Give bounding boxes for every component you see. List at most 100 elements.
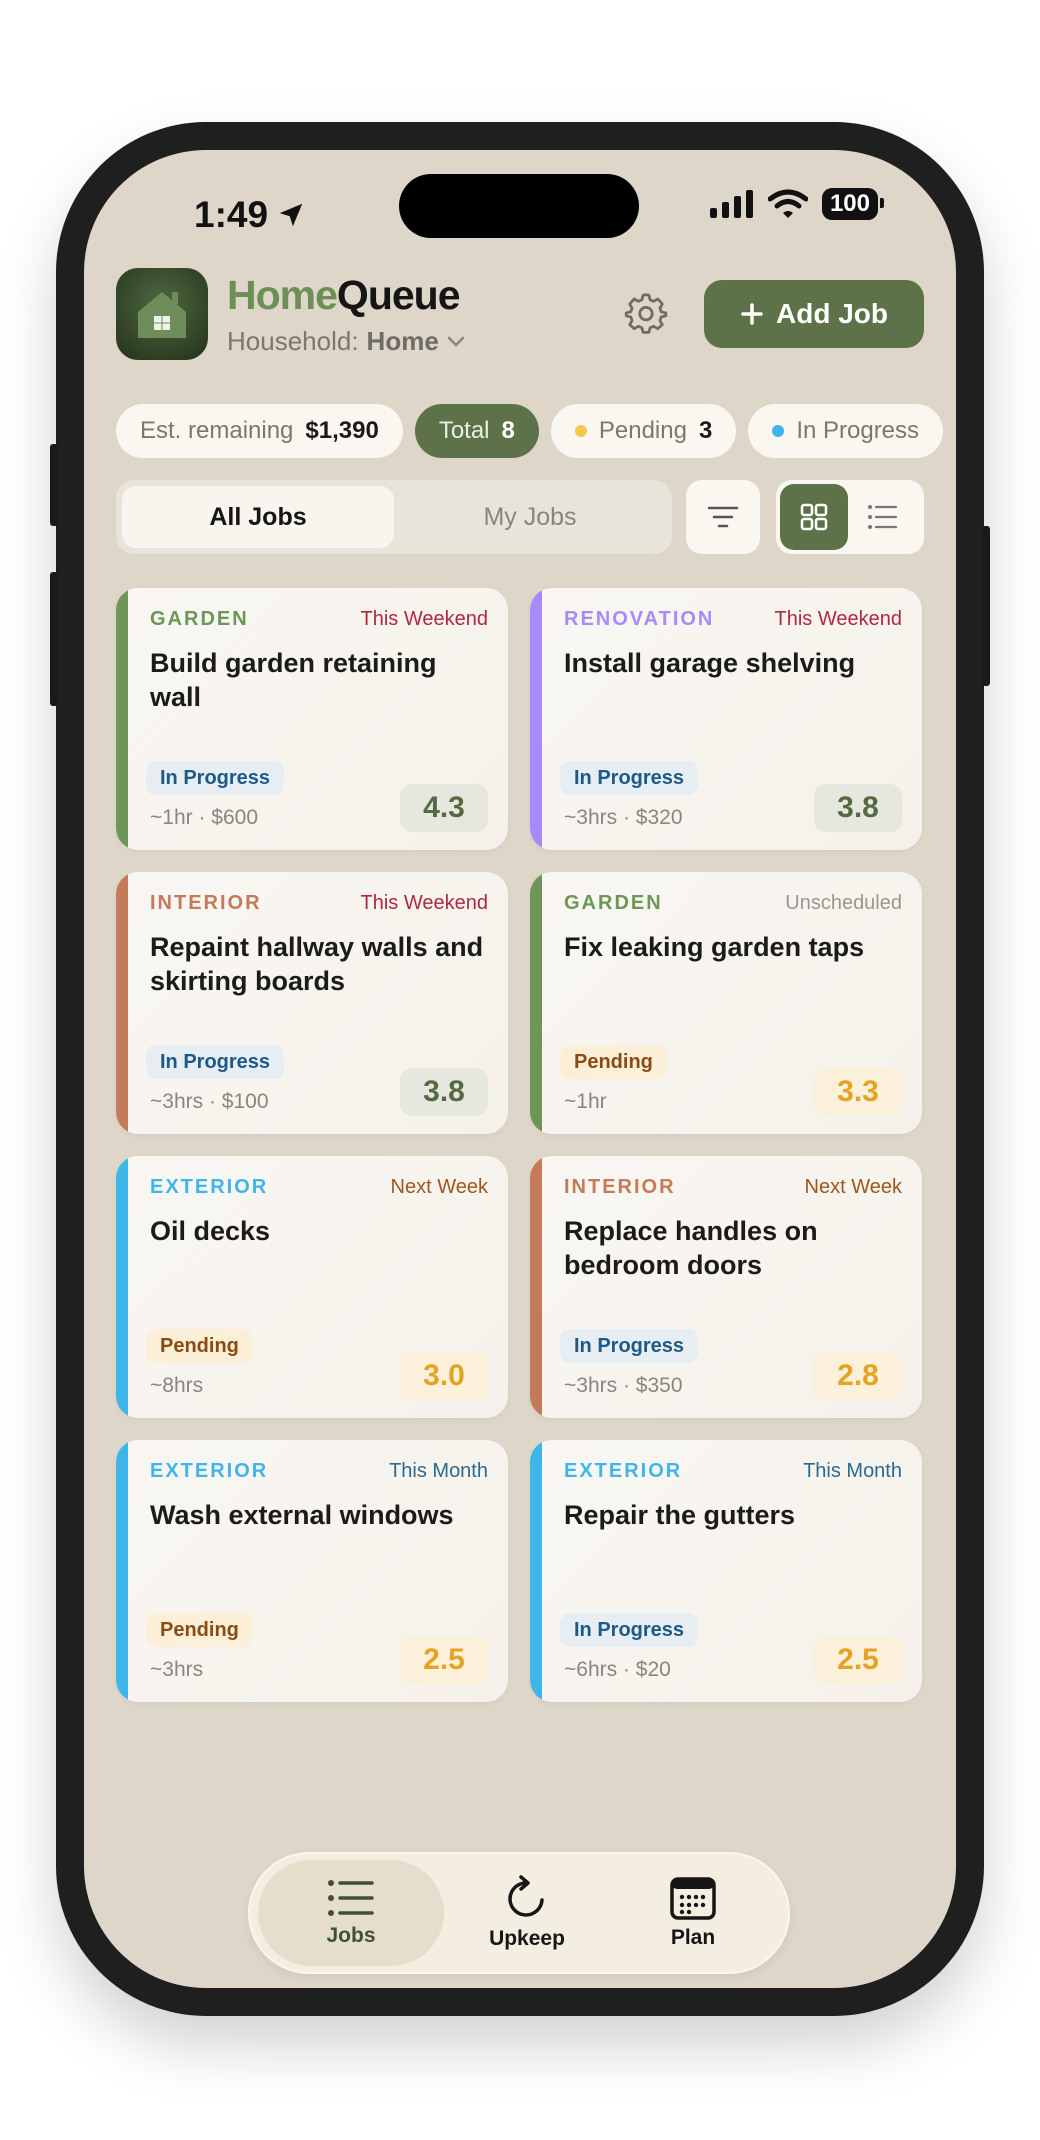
chip-est-remaining[interactable]: Est. remaining $1,390: [116, 404, 403, 458]
job-schedule: Next Week: [390, 1176, 488, 1198]
add-job-button[interactable]: Add Job: [704, 280, 924, 348]
tab-upkeep[interactable]: Upkeep: [444, 1860, 610, 1966]
plus-icon: [741, 303, 763, 325]
job-category: EXTERIOR: [150, 1460, 269, 1482]
signal-icon: [709, 190, 753, 218]
household-label: Household:: [227, 326, 359, 356]
filter-icon: [707, 506, 739, 528]
power-button: [982, 526, 990, 686]
chip-total[interactable]: Total 8: [414, 404, 539, 458]
job-title: Repair the gutters: [564, 1500, 796, 1530]
wifi-icon: [767, 189, 808, 218]
job-meta: ~3hrs: [150, 1658, 204, 1681]
status-time: 1:49: [194, 194, 306, 236]
job-meta: ~1hr · $600: [150, 806, 258, 829]
job-title: Build garden retaining wall: [150, 648, 437, 712]
category-color-bar: [530, 1440, 542, 1702]
job-card[interactable]: INTERIOR Next Week Replace handles on be…: [530, 1156, 922, 1418]
tab-plan[interactable]: Plan: [610, 1860, 776, 1966]
tab-upkeep-label: Upkeep: [489, 1927, 565, 1950]
job-schedule: This Weekend: [360, 608, 488, 630]
filter-button[interactable]: [686, 480, 760, 554]
job-title: Fix leaking garden taps: [564, 932, 865, 962]
tab-all-jobs[interactable]: All Jobs: [122, 486, 394, 548]
priority-score: 2.5: [814, 1636, 902, 1684]
app-screen: 1:49 100 HomeQueue Household: Home Add J…: [84, 150, 956, 1988]
job-title: Oil decks: [150, 1216, 271, 1246]
status-badge: Pending: [146, 1329, 253, 1363]
tab-plan-label: Plan: [670, 1926, 716, 1949]
job-meta: ~3hrs · $320: [564, 806, 683, 829]
job-title: Repaint hallway walls and skirting board…: [150, 932, 484, 996]
status-badge: In Progress: [560, 1613, 699, 1647]
bottom-tab-bar: Jobs Upkeep Plan: [248, 1852, 790, 1974]
status-badge: In Progress: [146, 1045, 285, 1079]
category-color-bar: [116, 872, 128, 1134]
chip-in-progress[interactable]: In Progress: [748, 404, 944, 458]
chip-pending-value: 3: [698, 417, 713, 444]
category-color-bar: [116, 588, 128, 850]
chip-est-label: Est. remaining: [140, 417, 294, 444]
mute-switch: [50, 444, 58, 526]
status-badge: In Progress: [560, 1329, 699, 1363]
status-badge: In Progress: [560, 761, 699, 795]
job-scope-segmented: All Jobs My Jobs: [116, 480, 672, 554]
time-text: 1:49: [194, 194, 269, 235]
priority-score: 3.8: [400, 1068, 488, 1116]
job-card[interactable]: GARDEN Unscheduled Fix leaking garden ta…: [530, 872, 922, 1134]
tab-jobs[interactable]: Jobs: [258, 1860, 444, 1966]
chip-pending[interactable]: Pending 3: [550, 404, 737, 458]
job-category: GARDEN: [150, 608, 249, 630]
job-meta: ~3hrs · $350: [564, 1374, 683, 1397]
list-view-icon: [868, 505, 898, 529]
tab-jobs-label: Jobs: [326, 1924, 376, 1947]
job-schedule: Next Week: [804, 1176, 902, 1198]
job-card[interactable]: EXTERIOR This Month Repair the gutters I…: [530, 1440, 922, 1702]
job-card[interactable]: EXTERIOR Next Week Oil decks Pending ~8h…: [116, 1156, 508, 1418]
location-arrow-icon: [279, 203, 303, 227]
status-badge: Pending: [560, 1045, 667, 1079]
pending-dot-icon: [574, 425, 587, 437]
job-card[interactable]: EXTERIOR This Month Wash external window…: [116, 1440, 508, 1702]
job-schedule: Unscheduled: [785, 892, 902, 914]
grid-view-button[interactable]: [780, 484, 848, 550]
title-home: Home: [227, 272, 338, 318]
calendar-icon: [670, 1877, 716, 1920]
job-card[interactable]: RENOVATION This Weekend Install garage s…: [530, 588, 922, 850]
dynamic-island: [399, 174, 639, 238]
category-color-bar: [530, 872, 542, 1134]
view-toggle: [776, 480, 924, 554]
category-color-bar: [530, 588, 542, 850]
job-title: Replace handles on bedroom doors: [564, 1216, 818, 1280]
job-schedule: This Month: [803, 1460, 902, 1482]
job-title: Wash external windows: [150, 1500, 454, 1530]
priority-score: 3.3: [814, 1068, 902, 1116]
priority-score: 2.5: [400, 1636, 488, 1684]
chip-est-value: $1,390: [305, 417, 379, 444]
summary-chips: Est. remaining $1,390 Total 8 Pending 3 …: [116, 404, 944, 458]
job-title: Install garage shelving: [564, 648, 856, 678]
chip-total-value: 8: [501, 417, 515, 444]
jobs-grid: GARDEN This Weekend Build garden retaini…: [116, 588, 922, 1702]
priority-score: 4.3: [400, 784, 488, 832]
household-selector[interactable]: Household: Home: [227, 326, 465, 357]
settings-gear-icon[interactable]: [624, 292, 668, 336]
volume-button: [50, 572, 58, 706]
household-value: Home: [366, 326, 439, 356]
list-view-button[interactable]: [848, 484, 916, 550]
category-color-bar: [116, 1440, 128, 1702]
priority-score: 3.0: [400, 1352, 488, 1400]
status-icons: 100: [709, 172, 885, 236]
job-category: GARDEN: [564, 892, 663, 914]
in-progress-dot-icon: [772, 425, 785, 437]
chevron-down-icon: [447, 336, 465, 347]
job-card[interactable]: GARDEN This Weekend Build garden retaini…: [116, 588, 508, 850]
house-icon: [138, 292, 186, 338]
status-badge: Pending: [146, 1613, 253, 1647]
job-category: RENOVATION: [564, 608, 715, 630]
job-card[interactable]: INTERIOR This Weekend Repaint hallway wa…: [116, 872, 508, 1134]
tab-my-jobs[interactable]: My Jobs: [394, 486, 666, 548]
battery-indicator: 100: [821, 188, 885, 220]
title-queue: Queue: [336, 272, 461, 318]
chip-total-label: Total: [438, 417, 490, 444]
